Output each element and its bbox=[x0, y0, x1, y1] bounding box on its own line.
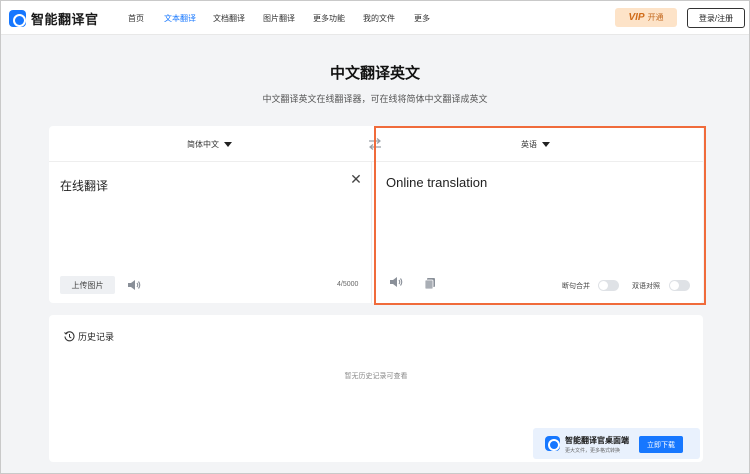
desktop-app-promo: 智能翻译官桌面端 更大文件，更多格式转换 立即下载 bbox=[533, 428, 700, 459]
nav-more-features[interactable]: 更多功能 bbox=[313, 13, 345, 24]
desktop-app-icon bbox=[545, 436, 560, 451]
panel-divider bbox=[371, 162, 372, 303]
source-text-input[interactable]: 在线翻译 bbox=[60, 177, 108, 194]
vip-badge: VIP bbox=[628, 12, 645, 23]
translation-output: Online translation bbox=[386, 175, 488, 190]
bilingual-toggle[interactable] bbox=[669, 280, 690, 291]
nav-my-files[interactable]: 我的文件 bbox=[363, 13, 395, 24]
nav-image-translate[interactable]: 图片翻译 bbox=[263, 13, 295, 24]
history-title: 历史记录 bbox=[78, 332, 115, 342]
split-merge-label: 断句合并 bbox=[562, 283, 590, 290]
history-empty-text: 暂无历史记录可查看 bbox=[344, 373, 408, 380]
history-section: 历史记录 暂无历史记录可查看 智能翻译官桌面端 更大文件，更多格式转换 立即下载 bbox=[49, 315, 703, 462]
promo-title: 智能翻译官桌面端 bbox=[565, 436, 629, 445]
vip-open-button[interactable]: VIP 开通 bbox=[615, 8, 677, 27]
top-navbar: 智能翻译官 首页 文本翻译 文档翻译 图片翻译 更多功能 我的文件 更多 VIP… bbox=[1, 1, 749, 35]
caret-down-icon bbox=[224, 142, 232, 147]
promo-subtitle: 更大文件，更多格式转换 bbox=[565, 448, 621, 454]
source-language-label: 简体中文 bbox=[187, 140, 219, 149]
brand-name: 智能翻译官 bbox=[31, 12, 99, 27]
nav-home[interactable]: 首页 bbox=[128, 13, 144, 24]
login-register-button[interactable]: 登录/注册 bbox=[687, 8, 745, 28]
copy-icon[interactable] bbox=[424, 277, 436, 289]
history-clock-icon bbox=[64, 331, 75, 342]
nav-doc-translate[interactable]: 文档翻译 bbox=[213, 13, 245, 24]
character-count: 4/5000 bbox=[337, 281, 359, 288]
page-title: 中文翻译英文 bbox=[329, 65, 420, 82]
nav-more[interactable]: 更多 bbox=[414, 13, 430, 24]
vip-label: 开通 bbox=[647, 13, 664, 22]
history-heading: 历史记录 bbox=[64, 330, 114, 343]
translator-logo-icon bbox=[9, 10, 26, 27]
split-merge-toggle[interactable] bbox=[598, 280, 619, 291]
target-speaker-icon[interactable] bbox=[389, 276, 403, 288]
page-subtitle: 中文翻译英文在线翻译器，可在线将简体中文翻译成英文 bbox=[262, 94, 488, 104]
nav-text-translate[interactable]: 文本翻译 bbox=[164, 13, 196, 24]
source-speaker-icon[interactable] bbox=[127, 279, 141, 291]
clear-icon[interactable]: ✕ bbox=[349, 172, 363, 186]
source-language-select[interactable]: 简体中文 bbox=[187, 139, 232, 150]
download-now-button[interactable]: 立即下载 bbox=[639, 436, 683, 453]
bilingual-label: 双语对照 bbox=[632, 283, 660, 290]
brand-logo[interactable]: 智能翻译官 bbox=[9, 9, 99, 28]
upload-image-button[interactable]: 上传图片 bbox=[60, 276, 115, 294]
